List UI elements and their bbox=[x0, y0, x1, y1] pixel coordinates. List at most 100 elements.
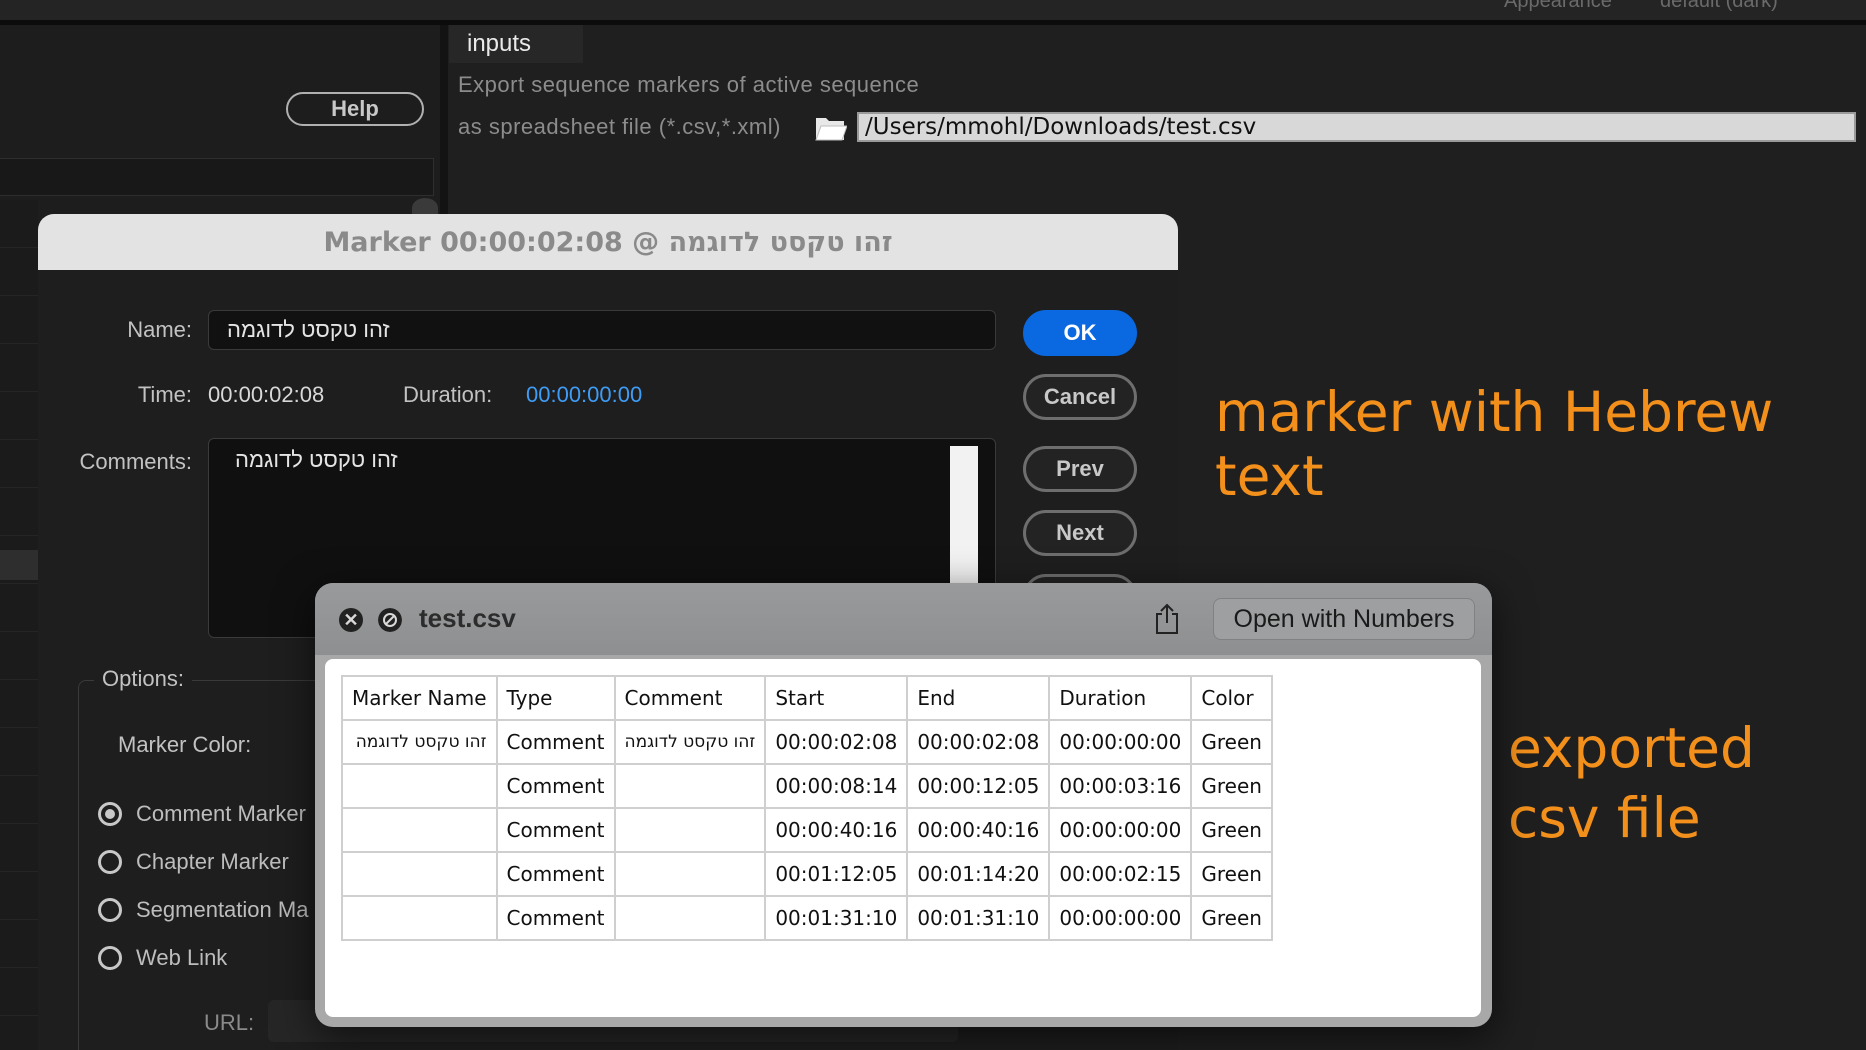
radio-web-link[interactable]: Web Link bbox=[98, 945, 227, 971]
duration-label: Duration: bbox=[403, 382, 493, 407]
table-cell: 00:01:12:05 bbox=[764, 851, 909, 897]
table-cell: 00:00:00:00 bbox=[1048, 895, 1193, 941]
table-cell: 00:00:02:08 bbox=[906, 719, 1051, 765]
table-cell bbox=[613, 763, 767, 809]
table-cell: 00:00:00:00 bbox=[1048, 807, 1193, 853]
ok-button[interactable]: OK bbox=[1023, 310, 1137, 356]
table-cell: Comment bbox=[495, 851, 616, 897]
appearance-label: Appearance bbox=[1504, 0, 1612, 12]
left-list-selected-row[interactable] bbox=[0, 550, 38, 580]
table-cell: 00:01:14:20 bbox=[906, 851, 1051, 897]
marker-color-label: Marker Color: bbox=[118, 732, 252, 757]
column-header: Type bbox=[495, 675, 616, 721]
table-cell: Green bbox=[1190, 851, 1273, 897]
quicklook-window: ✕ test.csv Open with Numbers Marker Name… bbox=[315, 583, 1492, 1027]
radio-icon[interactable] bbox=[98, 850, 122, 874]
annotation-marker-note: marker with Hebrew text bbox=[1215, 380, 1774, 508]
radio-chapter-marker[interactable]: Chapter Marker bbox=[98, 849, 289, 875]
appearance-dropdown[interactable]: default (dark) bbox=[1660, 0, 1778, 13]
help-button[interactable]: Help bbox=[286, 92, 424, 126]
table-cell: 00:00:02:15 bbox=[1048, 851, 1193, 897]
quicklook-title: test.csv bbox=[419, 603, 516, 633]
left-search-field[interactable] bbox=[0, 158, 434, 196]
export-path-field[interactable]: /Users/mmohl/Downloads/test.csv bbox=[857, 112, 1856, 142]
table-cell: 00:00:03:16 bbox=[1048, 763, 1193, 809]
share-icon[interactable] bbox=[1153, 603, 1181, 635]
fullscreen-icon[interactable] bbox=[378, 608, 402, 632]
cancel-button[interactable]: Cancel bbox=[1023, 374, 1137, 420]
annotation-csv-note-line2: csv file bbox=[1508, 786, 1701, 850]
table-row: Comment 00:00:40:16 00:00:40:16 00:00:00… bbox=[341, 807, 1273, 853]
comments-text: זהו טקסט לדוגמה bbox=[235, 447, 398, 472]
prev-button[interactable]: Prev bbox=[1023, 446, 1137, 492]
table-cell: Comment bbox=[495, 763, 616, 809]
table-cell: 00:00:08:14 bbox=[764, 763, 909, 809]
csv-table: Marker Name Type Comment Start End Durat… bbox=[341, 675, 1273, 941]
column-header: Start bbox=[764, 675, 909, 721]
radio-comment-marker[interactable]: Comment Marker bbox=[98, 801, 306, 827]
next-button[interactable]: Next bbox=[1023, 510, 1137, 556]
marker-dialog-title: Marker 00:00:02:08 @ זהו טקסט לדוגמה bbox=[38, 214, 1178, 270]
marker-dialog-title-text: Marker 00:00:02:08 @ זהו טקסט לדוגמה bbox=[323, 226, 893, 258]
table-row: Comment 00:01:31:10 00:01:31:10 00:00:00… bbox=[341, 895, 1273, 941]
table-cell: Green bbox=[1190, 763, 1273, 809]
table-cell: Green bbox=[1190, 719, 1273, 765]
time-value: 00:00:02:08 bbox=[208, 382, 325, 407]
table-cell: 00:00:40:16 bbox=[906, 807, 1051, 853]
table-cell: 00:00:00:00 bbox=[1048, 719, 1193, 765]
radio-label: Segmentation Ma bbox=[136, 897, 309, 922]
radio-label: Chapter Marker bbox=[136, 849, 289, 874]
radio-selected-icon[interactable] bbox=[98, 802, 122, 826]
radio-label: Web Link bbox=[136, 945, 228, 970]
table-cell: 00:01:31:10 bbox=[906, 895, 1051, 941]
table-cell: 00:00:40:16 bbox=[764, 807, 909, 853]
open-with-numbers-button[interactable]: Open with Numbers bbox=[1213, 598, 1475, 640]
column-header: Marker Name bbox=[341, 675, 498, 721]
table-cell: Comment bbox=[495, 895, 616, 941]
annotation-csv-note: exported csv file bbox=[1508, 713, 1755, 853]
export-format-label: as spreadsheet file (*.csv,*.xml) bbox=[458, 114, 781, 139]
radio-label: Comment Marker bbox=[136, 801, 306, 826]
table-cell: זהו טקסט לדוגמה bbox=[613, 719, 767, 765]
table-row: Comment 00:01:12:05 00:01:14:20 00:00:02… bbox=[341, 851, 1273, 897]
table-cell: 00:00:12:05 bbox=[906, 763, 1051, 809]
name-field[interactable]: זהו טקסט לדוגמה bbox=[208, 310, 996, 350]
time-label: Time: bbox=[137, 382, 192, 407]
left-list bbox=[0, 200, 38, 1050]
table-cell bbox=[613, 807, 767, 853]
duration-value[interactable]: 00:00:00:00 bbox=[526, 382, 642, 408]
table-cell bbox=[341, 763, 498, 809]
radio-segmentation-marker[interactable]: Segmentation Ma bbox=[98, 897, 308, 923]
table-cell bbox=[341, 807, 498, 853]
comments-label: Comments: bbox=[79, 449, 192, 474]
radio-icon[interactable] bbox=[98, 898, 122, 922]
table-row: זהו טקסט לדוגמה Comment זהו טקסט לדוגמה … bbox=[341, 719, 1273, 765]
table-cell: 00:00:02:08 bbox=[764, 719, 909, 765]
column-header: Comment bbox=[613, 675, 767, 721]
radio-icon[interactable] bbox=[98, 946, 122, 970]
table-cell: Green bbox=[1190, 895, 1273, 941]
quicklook-content: Marker Name Type Comment Start End Durat… bbox=[325, 659, 1481, 1017]
export-description: Export sequence markers of active sequen… bbox=[458, 72, 920, 97]
close-icon[interactable]: ✕ bbox=[339, 608, 363, 632]
options-label: Options: bbox=[94, 666, 192, 692]
table-cell: Green bbox=[1190, 807, 1273, 853]
column-header: Color bbox=[1190, 675, 1273, 721]
table-cell bbox=[341, 851, 498, 897]
table-cell: Comment bbox=[495, 807, 616, 853]
table-row: Comment 00:00:08:14 00:00:12:05 00:00:03… bbox=[341, 763, 1273, 809]
table-cell: Comment bbox=[495, 719, 616, 765]
name-label: Name: bbox=[127, 317, 192, 342]
column-header: End bbox=[906, 675, 1051, 721]
table-cell bbox=[341, 895, 498, 941]
url-label: URL: bbox=[204, 1010, 255, 1035]
annotation-csv-note-line1: exported bbox=[1508, 716, 1755, 780]
tab-inputs[interactable]: inputs bbox=[449, 25, 583, 63]
table-header-row: Marker Name Type Comment Start End Durat… bbox=[341, 675, 1273, 721]
folder-icon[interactable] bbox=[815, 114, 847, 142]
table-cell: 00:01:31:10 bbox=[764, 895, 909, 941]
table-cell bbox=[613, 895, 767, 941]
table-cell bbox=[613, 851, 767, 897]
column-header: Duration bbox=[1048, 675, 1193, 721]
table-cell: זהו טקסט לדוגמה bbox=[341, 719, 498, 765]
